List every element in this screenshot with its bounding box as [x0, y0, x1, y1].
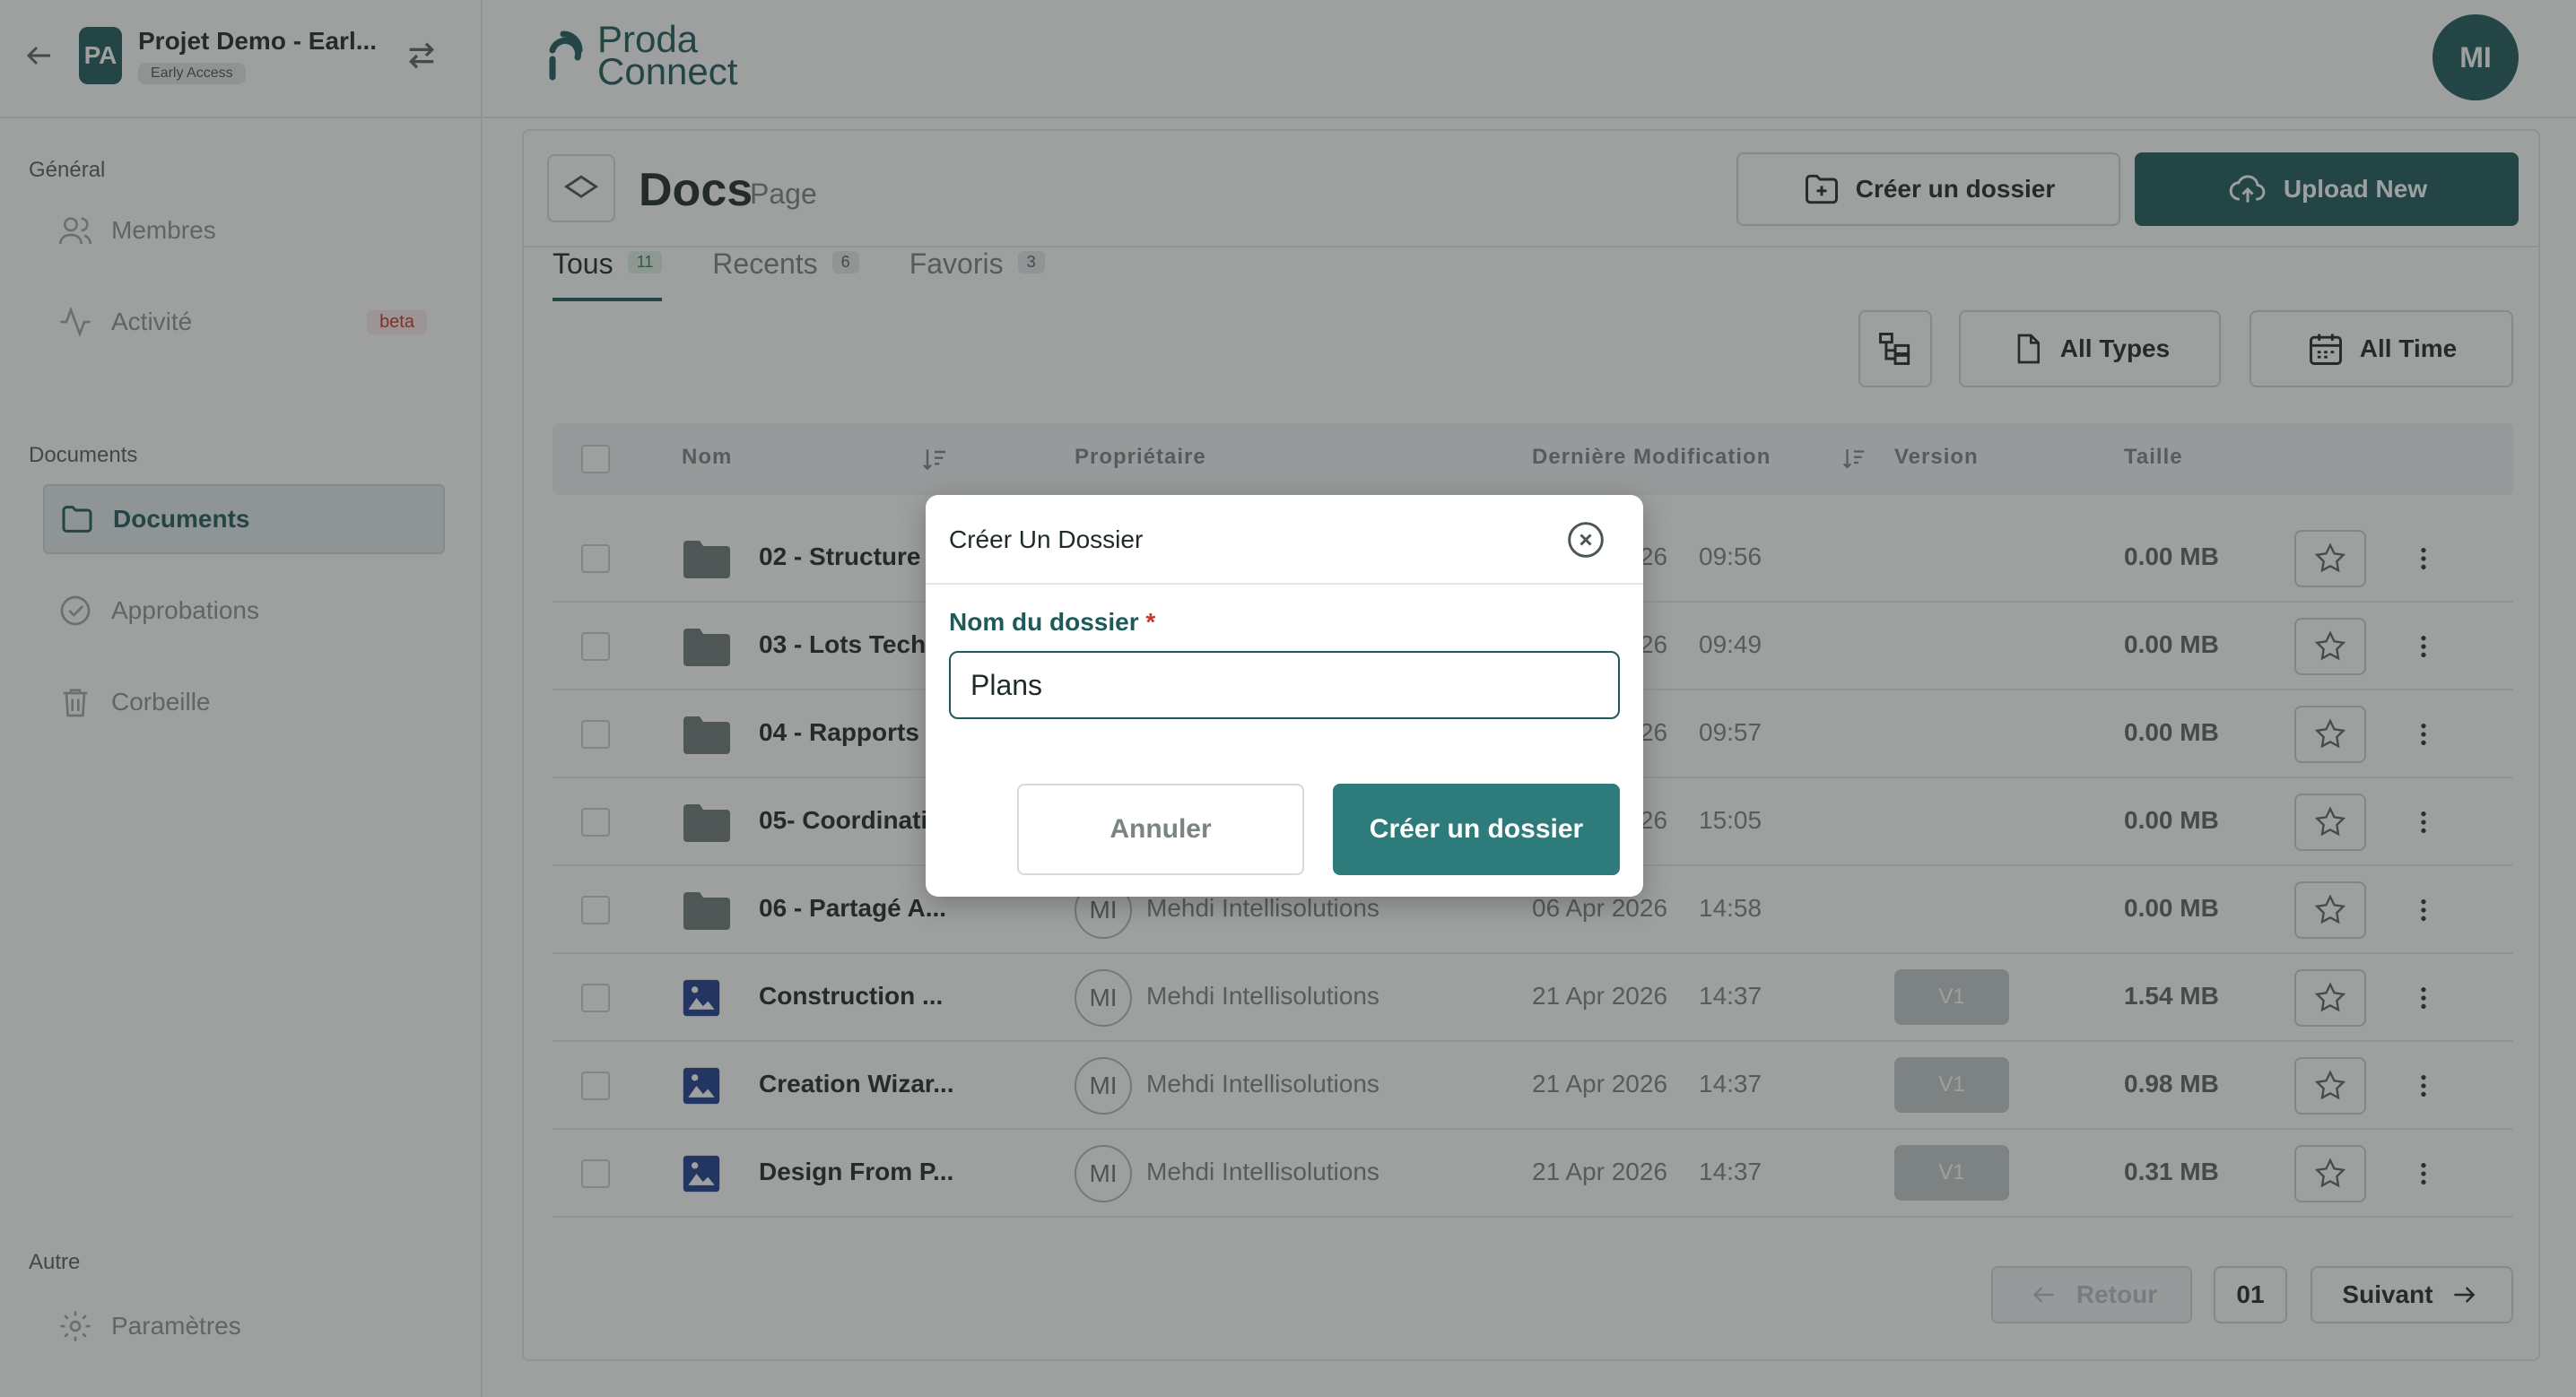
modal-header: Créer Un Dossier: [926, 495, 1643, 585]
folder-name-input[interactable]: [949, 651, 1620, 719]
create-folder-submit-button[interactable]: Créer un dossier: [1333, 784, 1620, 875]
cancel-button[interactable]: Annuler: [1017, 784, 1304, 875]
folder-name-label: Nom du dossier *: [949, 608, 1155, 637]
modal-title: Créer Un Dossier: [949, 525, 1144, 553]
create-folder-modal: Créer Un Dossier Nom du dossier * Annule…: [926, 495, 1643, 897]
required-mark: *: [1145, 608, 1156, 636]
app-root: PA Projet Demo - Earl... Early Access Gé…: [0, 0, 2576, 1397]
close-icon[interactable]: [1566, 520, 1606, 560]
folder-name-label-text: Nom du dossier: [949, 608, 1139, 636]
